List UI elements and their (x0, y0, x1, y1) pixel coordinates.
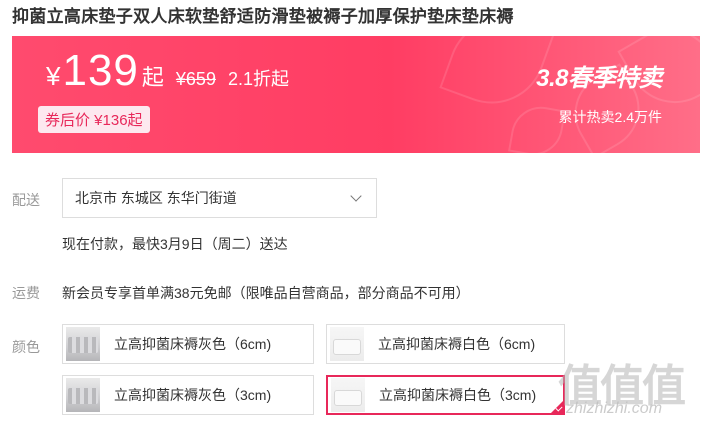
delivery-estimate: 现在付款，最快3月9日（周二）送达 (62, 236, 288, 252)
address-value: 北京市 东城区 东华门街道 (75, 190, 237, 206)
promo-title: 3.8春季特卖 (536, 65, 662, 92)
product-thumbnail (330, 327, 364, 361)
color-option-label: 立高抑菌床褥白色（6cm) (378, 336, 536, 352)
sales-count: 累计热卖2.4万件 (558, 109, 662, 125)
price-block: ¥ 139 起 ¥659 2.1折起 (46, 46, 289, 96)
color-label: 颜色 (12, 339, 40, 355)
shipping-label: 运费 (12, 285, 40, 301)
color-option-gray-3cm[interactable]: 立高抑菌床褥灰色（3cm) (62, 375, 314, 415)
watermark-text: zhizhizhi.com (566, 400, 663, 417)
product-title: 抑菌立高床垫子双人床软垫舒适防滑垫被褥子加厚保护垫床垫床褥 (12, 7, 514, 26)
color-option-white-6cm[interactable]: 立高抑菌床褥白色（6cm) (326, 324, 565, 364)
product-thumbnail (66, 378, 100, 412)
price-suffix: 起 (141, 65, 164, 90)
discount-label: 2.1折起 (227, 69, 289, 89)
site-watermark: 值值值 zhizhizhi.com (558, 350, 698, 430)
color-option-white-3cm[interactable]: 立高抑菌床褥白色（3cm) (326, 375, 565, 415)
color-option-label: 立高抑菌床褥白色（3cm) (379, 387, 537, 403)
color-option-gray-6cm[interactable]: 立高抑菌床褥灰色（6cm) (62, 324, 314, 364)
color-option-label: 立高抑菌床褥灰色（6cm) (114, 336, 272, 352)
decorative-leaf (508, 102, 566, 153)
currency-symbol: ¥ (46, 61, 61, 91)
chevron-down-icon (350, 190, 362, 202)
product-thumbnail (331, 378, 365, 412)
price-banner: ¥ 139 起 ¥659 2.1折起 券后价 ¥136起 3.8春季特卖 累计热… (12, 36, 700, 153)
price-value: 139 (62, 46, 139, 95)
coupon-price-badge: 券后价 ¥136起 (38, 106, 150, 133)
address-select[interactable]: 北京市 东城区 东华门街道 (62, 178, 377, 218)
product-thumbnail (66, 327, 100, 361)
color-option-label: 立高抑菌床褥灰色（3cm) (114, 387, 272, 403)
shipping-info: 新会员专享首单满38元免邮（限唯品自营商品，部分商品不可用） (62, 285, 470, 301)
original-price: ¥659 (175, 69, 216, 89)
delivery-label: 配送 (12, 192, 40, 208)
